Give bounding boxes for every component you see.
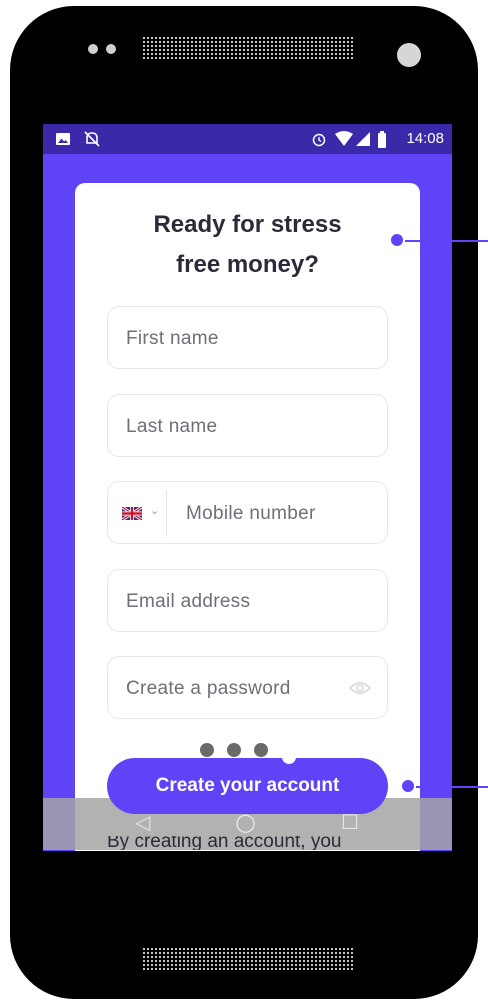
front-camera xyxy=(397,43,421,67)
email-placeholder: Email address xyxy=(126,591,251,612)
email-field[interactable]: Email address xyxy=(107,569,388,632)
first-name-placeholder: First name xyxy=(126,328,219,349)
create-account-button[interactable]: Create your account xyxy=(107,758,388,814)
sensor-dot-left xyxy=(88,44,98,54)
annotation-dot-button xyxy=(400,778,416,794)
title-line-1: Ready for stress xyxy=(153,211,342,238)
signup-card: Ready for stress free money? First name … xyxy=(75,183,420,851)
annotation-line-title xyxy=(405,240,488,242)
loading-dot xyxy=(254,743,268,757)
page-title: Ready for stress free money? xyxy=(75,205,420,285)
mobile-placeholder: Mobile number xyxy=(186,503,316,524)
field-divider xyxy=(166,490,167,537)
uk-flag-icon[interactable] xyxy=(122,507,142,520)
chevron-down-icon[interactable]: ⌄ xyxy=(150,504,159,517)
loading-dot xyxy=(200,743,214,757)
device-screen: 14:08 Ready for stress free money? First… xyxy=(43,124,452,851)
bottom-speaker xyxy=(142,947,354,971)
battery-icon xyxy=(378,131,386,148)
sensor-dot-right xyxy=(106,44,116,54)
last-name-placeholder: Last name xyxy=(126,416,218,437)
legal-text: By creating an account, you xyxy=(107,836,342,850)
mobile-number-field[interactable]: ⌄ Mobile number xyxy=(107,481,388,544)
signal-icon xyxy=(356,132,370,146)
annotation-dot-title xyxy=(389,232,405,248)
wifi-icon xyxy=(335,131,353,146)
status-bar: 14:08 xyxy=(43,124,452,154)
password-field[interactable]: Create a password xyxy=(107,656,388,719)
loading-dot xyxy=(227,743,241,757)
notifications-off-icon xyxy=(84,131,100,147)
password-placeholder: Create a password xyxy=(126,678,291,699)
first-name-field[interactable]: First name xyxy=(107,306,388,369)
annotation-line-button xyxy=(415,786,488,788)
last-name-field[interactable]: Last name xyxy=(107,394,388,457)
image-icon xyxy=(56,133,70,145)
top-speaker xyxy=(142,36,354,60)
eye-icon[interactable] xyxy=(349,681,371,695)
legal-text-container: By creating an account, you xyxy=(43,836,452,850)
title-line-2: free money? xyxy=(176,251,319,278)
clock: 14:08 xyxy=(406,130,444,147)
button-notch xyxy=(282,750,296,764)
phone-frame: 14:08 Ready for stress free money? First… xyxy=(10,6,478,999)
alarm-icon xyxy=(312,133,326,147)
